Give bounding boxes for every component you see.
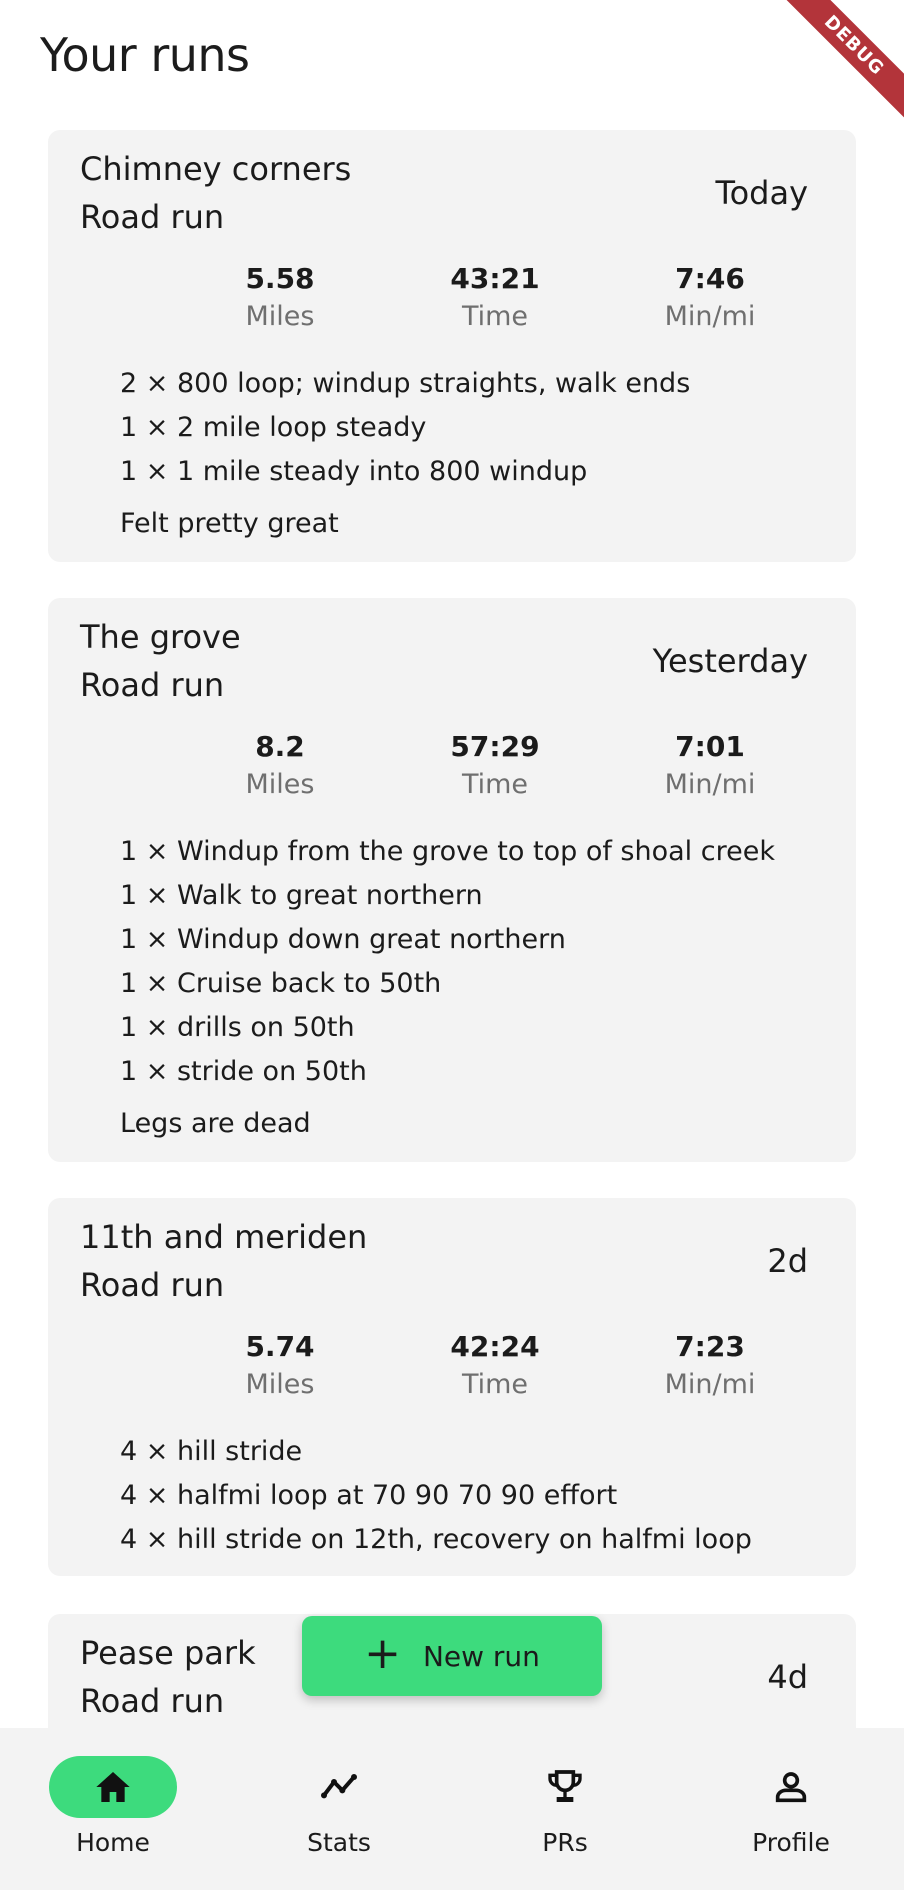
run-card[interactable]: The grove Road run Yesterday 8.2 Miles 5… xyxy=(48,598,856,1162)
stat-miles: 5.58 Miles xyxy=(200,262,360,332)
segment-item: 1 × Windup from the grove to top of shoa… xyxy=(120,836,775,867)
stat-value: 5.58 xyxy=(245,262,315,295)
nav-prs[interactable]: PRs xyxy=(475,1756,655,1866)
run-title: Pease park xyxy=(80,1634,256,1672)
run-date: Yesterday xyxy=(652,642,808,680)
stat-value: 8.2 xyxy=(255,730,305,763)
stat-value: 5.74 xyxy=(245,1330,315,1363)
run-type: Road run xyxy=(80,1682,225,1720)
stat-label: Time xyxy=(461,769,529,800)
debug-banner: DEBUG xyxy=(774,0,904,130)
stat-label: Miles xyxy=(245,301,315,332)
stat-value: 7:46 xyxy=(675,262,745,295)
run-segments: 2 × 800 loop; windup straights, walk end… xyxy=(120,362,690,494)
run-title: Chimney corners xyxy=(80,150,352,188)
nav-label: PRs xyxy=(542,1828,588,1857)
debug-label: DEBUG xyxy=(779,0,904,121)
run-card[interactable]: 11th and meriden Road run 2d 5.74 Miles … xyxy=(48,1198,856,1576)
stats-icon xyxy=(321,1774,357,1799)
segment-item: 1 × Windup down great northern xyxy=(120,924,566,955)
segment-item: 1 × 1 mile steady into 800 windup xyxy=(120,456,588,487)
run-segments: 4 × hill stride 4 × halfmi loop at 70 90… xyxy=(120,1430,752,1562)
run-date: Today xyxy=(715,174,808,212)
stat-value: 43:21 xyxy=(450,262,540,295)
stat-label: Time xyxy=(461,1369,529,1400)
stat-label: Min/mi xyxy=(664,769,756,800)
nav-label: Home xyxy=(76,1828,150,1857)
nav-indicator xyxy=(727,1756,855,1818)
run-title: The grove xyxy=(80,618,241,656)
stat-time: 43:21 Time xyxy=(415,262,575,332)
nav-indicator xyxy=(501,1756,629,1818)
nav-indicator xyxy=(275,1756,403,1818)
nav-label: Profile xyxy=(752,1828,830,1857)
nav-home[interactable]: Home xyxy=(23,1756,203,1866)
run-type: Road run xyxy=(80,198,225,236)
stat-value: 57:29 xyxy=(450,730,540,763)
stat-label: Miles xyxy=(245,769,315,800)
run-stats: 8.2 Miles 57:29 Time 7:01 Min/mi xyxy=(130,730,780,810)
trophy-icon xyxy=(548,1770,582,1802)
run-notes: Legs are dead xyxy=(120,1108,311,1139)
run-type: Road run xyxy=(80,666,225,704)
nav-stats[interactable]: Stats xyxy=(249,1756,429,1866)
stat-pace: 7:01 Min/mi xyxy=(630,730,790,800)
run-type: Road run xyxy=(80,1266,225,1304)
stat-miles: 8.2 Miles xyxy=(200,730,360,800)
run-segments: 1 × Windup from the grove to top of shoa… xyxy=(120,830,775,1094)
run-stats: 5.58 Miles 43:21 Time 7:46 Min/mi xyxy=(130,262,780,342)
bottom-navigation: Home Stats PRs Profile xyxy=(0,1728,904,1890)
segment-item: 1 × Walk to great northern xyxy=(120,880,483,911)
segment-item: 1 × stride on 50th xyxy=(120,1056,367,1087)
stat-value: 42:24 xyxy=(450,1330,540,1363)
stat-pace: 7:46 Min/mi xyxy=(630,262,790,332)
segment-item: 2 × 800 loop; windup straights, walk end… xyxy=(120,368,691,399)
stat-time: 42:24 Time xyxy=(415,1330,575,1400)
new-run-label: New run xyxy=(422,1639,540,1673)
stat-value: 7:23 xyxy=(675,1330,745,1363)
run-card[interactable]: Chimney corners Road run Today 5.58 Mile… xyxy=(48,130,856,562)
stat-label: Min/mi xyxy=(664,1369,756,1400)
nav-indicator xyxy=(49,1756,177,1818)
plus-icon: + xyxy=(364,1628,401,1679)
nav-label: Stats xyxy=(307,1828,371,1857)
run-date: 4d xyxy=(767,1658,808,1696)
run-date: 2d xyxy=(767,1242,808,1280)
nav-profile[interactable]: Profile xyxy=(701,1756,881,1866)
stat-miles: 5.74 Miles xyxy=(200,1330,360,1400)
stat-time: 57:29 Time xyxy=(415,730,575,800)
segment-item: 4 × hill stride on 12th, recovery on hal… xyxy=(120,1524,752,1555)
segment-item: 1 × Cruise back to 50th xyxy=(120,968,442,999)
run-stats: 5.74 Miles 42:24 Time 7:23 Min/mi xyxy=(130,1330,780,1410)
segment-item: 4 × halfmi loop at 70 90 70 90 effort xyxy=(120,1480,618,1511)
page-title: Your runs xyxy=(40,28,250,82)
stat-label: Time xyxy=(461,301,529,332)
stat-label: Miles xyxy=(245,1369,315,1400)
run-title: 11th and meriden xyxy=(80,1218,368,1256)
segment-item: 1 × 2 mile loop steady xyxy=(120,412,427,443)
home-icon xyxy=(96,1772,130,1802)
stat-value: 7:01 xyxy=(675,730,745,763)
stat-label: Min/mi xyxy=(664,301,756,332)
segment-item: 1 × drills on 50th xyxy=(120,1012,355,1043)
stat-pace: 7:23 Min/mi xyxy=(630,1330,790,1400)
profile-icon xyxy=(775,1772,807,1803)
run-notes: Felt pretty great xyxy=(120,508,339,539)
segment-item: 4 × hill stride xyxy=(120,1436,303,1467)
new-run-button[interactable]: + New run xyxy=(302,1616,602,1696)
